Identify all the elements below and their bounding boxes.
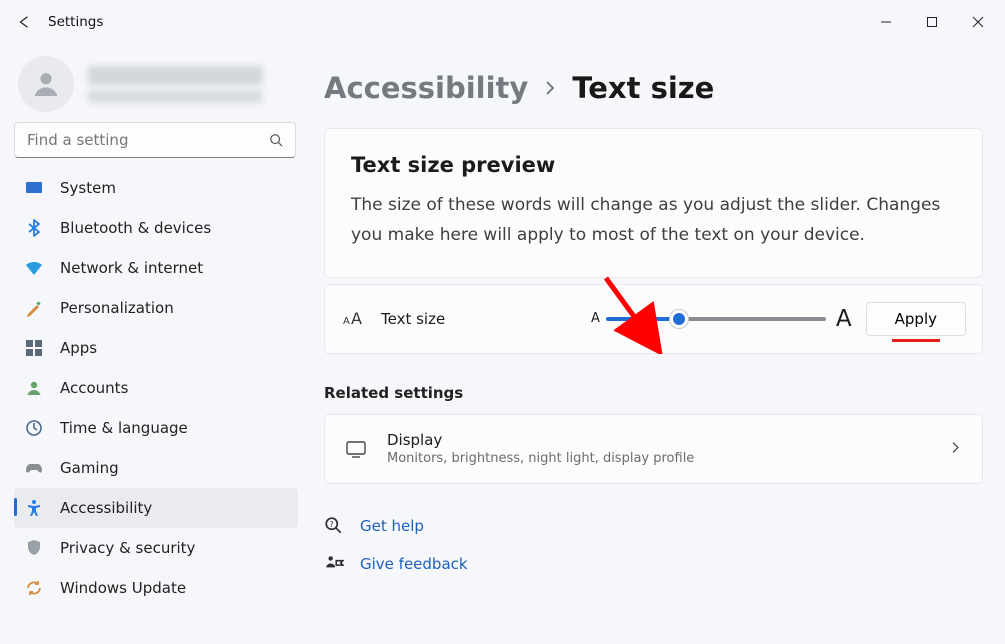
gaming-icon — [24, 458, 44, 478]
give-feedback-text: Give feedback — [360, 555, 468, 573]
sidebar-item-label: Apps — [60, 339, 97, 357]
sidebar-item-time-language[interactable]: Time & language — [14, 408, 298, 448]
sidebar-item-accounts[interactable]: Accounts — [14, 368, 298, 408]
svg-text:A: A — [351, 309, 362, 328]
profile-block[interactable] — [14, 48, 298, 120]
text-size-label: Text size — [381, 310, 445, 328]
sidebar-item-label: Time & language — [60, 419, 188, 437]
personalization-icon — [24, 298, 44, 318]
help-icon: ? — [324, 516, 344, 536]
sidebar-item-system[interactable]: System — [14, 168, 298, 208]
app-title: Settings — [48, 14, 103, 30]
text-size-slider[interactable] — [606, 309, 826, 329]
back-button[interactable] — [4, 2, 44, 42]
get-help-link[interactable]: ? Get help — [324, 512, 983, 540]
svg-text:A: A — [343, 316, 350, 327]
feedback-icon — [324, 554, 344, 574]
profile-name-redacted — [88, 66, 263, 85]
search-icon — [268, 132, 284, 148]
sidebar-item-bluetooth[interactable]: Bluetooth & devices — [14, 208, 298, 248]
network-icon — [24, 258, 44, 278]
search-input[interactable] — [14, 122, 296, 158]
slider-big-a: A — [836, 306, 852, 332]
sidebar-item-label: Personalization — [60, 299, 174, 317]
time-language-icon — [24, 418, 44, 438]
system-icon — [24, 178, 44, 198]
breadcrumb-parent[interactable]: Accessibility — [324, 71, 528, 105]
svg-text:?: ? — [330, 520, 334, 529]
sidebar-item-windows-update[interactable]: Windows Update — [14, 568, 298, 608]
sidebar-item-apps[interactable]: Apps — [14, 328, 298, 368]
get-help-text: Get help — [360, 517, 424, 535]
related-display-subtitle: Monitors, brightness, night light, displ… — [387, 451, 949, 466]
breadcrumb-current: Text size — [572, 71, 714, 105]
sidebar-item-label: Network & internet — [60, 259, 203, 277]
preview-title: Text size preview — [351, 153, 956, 177]
sidebar-item-label: Accounts — [60, 379, 128, 397]
sidebar-item-label: Gaming — [60, 459, 119, 477]
preview-body: The size of these words will change as y… — [351, 191, 956, 251]
privacy-icon — [24, 538, 44, 558]
apps-icon — [24, 338, 44, 358]
related-display-title: Display — [387, 431, 949, 449]
windows-update-icon — [24, 578, 44, 598]
slider-thumb[interactable] — [669, 309, 689, 329]
display-icon — [345, 438, 367, 460]
search-container — [14, 122, 298, 158]
sidebar-item-personalization[interactable]: Personalization — [14, 288, 298, 328]
sidebar-item-accessibility[interactable]: Accessibility — [14, 488, 298, 528]
sidebar-item-privacy[interactable]: Privacy & security — [14, 528, 298, 568]
sidebar-item-label: Privacy & security — [60, 539, 195, 557]
annotation-underline — [892, 339, 940, 342]
accessibility-icon — [24, 498, 44, 518]
profile-email-redacted — [88, 90, 263, 103]
chevron-right-icon — [542, 80, 558, 96]
related-display[interactable]: Display Monitors, brightness, night ligh… — [324, 414, 983, 484]
slider-small-a: A — [591, 311, 600, 326]
close-button[interactable] — [955, 2, 1001, 42]
text-size-row: AA Text size A A Apply — [324, 284, 983, 354]
apply-button[interactable]: Apply — [866, 302, 966, 336]
maximize-button[interactable] — [909, 2, 955, 42]
chevron-right-icon — [949, 439, 962, 458]
related-heading: Related settings — [324, 384, 983, 402]
sidebar-item-label: System — [60, 179, 116, 197]
minimize-button[interactable] — [863, 2, 909, 42]
preview-card: Text size preview The size of these word… — [324, 128, 983, 278]
avatar — [18, 56, 74, 112]
sidebar-item-label: Accessibility — [60, 499, 152, 517]
text-size-icon: AA — [343, 308, 365, 330]
accounts-icon — [24, 378, 44, 398]
sidebar-item-label: Bluetooth & devices — [60, 219, 211, 237]
bluetooth-icon — [24, 218, 44, 238]
sidebar-item-network[interactable]: Network & internet — [14, 248, 298, 288]
breadcrumb: Accessibility Text size — [324, 66, 983, 110]
give-feedback-link[interactable]: Give feedback — [324, 550, 983, 578]
sidebar-item-gaming[interactable]: Gaming — [14, 448, 298, 488]
sidebar-item-label: Windows Update — [60, 579, 186, 597]
